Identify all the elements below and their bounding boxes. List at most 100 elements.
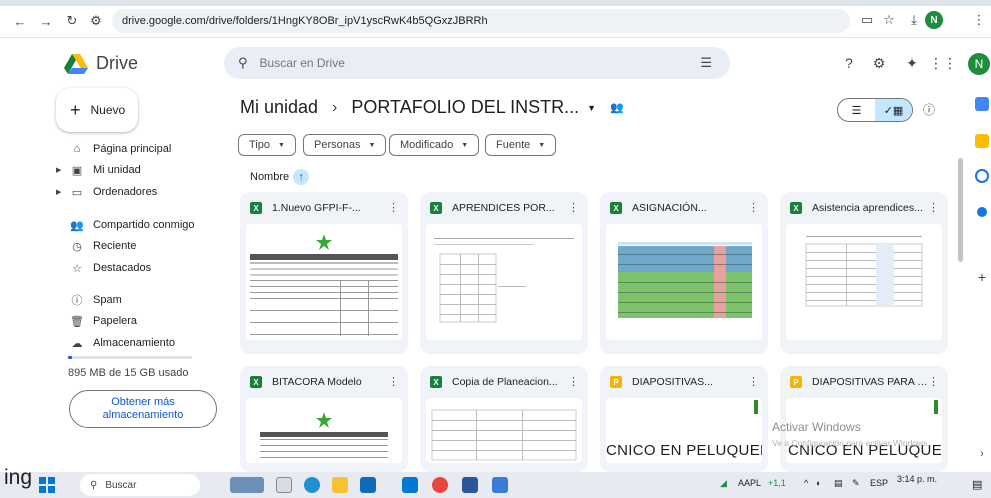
file-card[interactable]: X Copia de Planeacion... ⋮ [420,366,588,472]
more-options-icon[interactable]: ⋮ [748,201,759,214]
apps-grid-icon[interactable]: ⋮⋮ [929,54,957,72]
settings-gear-icon[interactable]: ⚙ [870,54,888,72]
task-view-icon[interactable] [276,477,292,493]
expand-caret-icon[interactable]: ▶ [56,166,61,174]
widgets-icon[interactable] [230,477,264,493]
network-icon[interactable]: ▤ [834,478,843,489]
breadcrumb-current-folder[interactable]: PORTAFOLIO DEL INSTR... [351,97,579,118]
bookmark-star-icon[interactable]: ☆ [880,11,898,29]
pen-icon[interactable]: ✎ [852,478,860,489]
expand-panel-icon[interactable]: › [973,445,991,463]
more-options-icon[interactable]: ⋮ [928,375,939,388]
browser-profile-avatar[interactable]: N [925,11,943,29]
more-options-icon[interactable]: ⋮ [748,375,759,388]
app-title: Drive [96,53,139,73]
file-thumbnail [246,224,402,340]
reload-icon[interactable]: ↻ [64,13,80,29]
file-explorer-icon[interactable] [332,477,348,493]
browser-menu-icon[interactable]: ⋮ [970,11,988,29]
info-icon[interactable]: ⓘ [921,101,937,117]
filter-chip-people[interactable]: Personas ▼ [303,134,387,156]
scrollbar[interactable] [958,158,963,262]
file-card[interactable]: X APRENDICES POR... ⋮ [420,192,588,354]
sidebar-item-storage[interactable]: ☁ Almacenamiento [56,333,216,353]
drive-logo-icon[interactable] [64,54,88,74]
sidebar-item-recent[interactable]: ◷ Reciente [56,236,216,256]
cast-icon[interactable]: ▭ [858,11,876,29]
sidebar-item-starred[interactable]: ☆ Destacados [56,258,216,278]
gemini-spark-icon[interactable]: ✦ [903,54,921,72]
calendar-app-icon[interactable] [975,97,989,111]
sidebar-item-home[interactable]: ⌂ Página principal [56,139,216,159]
sidebar-item-trash[interactable]: 🗑 Papelera [56,311,216,331]
download-icon[interactable]: ⤓ [905,11,923,29]
trash-icon: 🗑 [70,315,84,328]
outlook-icon[interactable] [402,477,418,493]
sidebar-item-label: Compartido conmigo [93,219,195,231]
filter-chip-label: Tipo [249,139,270,151]
grid-view-icon[interactable]: ✓▦ [875,99,912,121]
chevron-down-icon: ▼ [461,141,469,149]
file-card[interactable]: X 1.Nuevo GFPI-F-... ⋮ [240,192,408,354]
excel-file-icon: X [430,376,442,388]
new-button[interactable]: + Nuevo [56,88,138,132]
shared-folder-icon[interactable]: 👥 [610,101,624,114]
back-icon[interactable]: ← [12,13,28,29]
stock-change: +1,1 [768,478,786,488]
store-icon[interactable] [360,477,376,493]
more-options-icon[interactable]: ⋮ [568,201,579,214]
site-settings-icon[interactable]: ⚙ [88,13,104,29]
more-options-icon[interactable]: ⋮ [388,201,399,214]
tray-app-icon[interactable]: ◐ [816,478,821,488]
file-card[interactable]: X ASIGNACIÓN... ⋮ [600,192,768,354]
add-addon-icon[interactable]: + [973,268,991,286]
sidebar-item-computers[interactable]: ▶ ▭ Ordenadores [56,182,216,202]
search-icon[interactable]: ⚲ [238,55,248,71]
word-icon[interactable] [462,477,478,493]
more-options-icon[interactable]: ⋮ [388,375,399,388]
folder-menu-caret-icon[interactable]: ▼ [587,103,596,113]
file-card[interactable]: X BITACORA Modelo ⋮ [240,366,408,472]
help-icon[interactable]: ? [840,54,858,72]
photos-icon[interactable] [492,477,508,493]
address-bar[interactable]: drive.google.com/drive/folders/1HngKY8OB… [112,9,850,33]
tasks-app-icon[interactable] [975,169,989,183]
file-card[interactable]: P DIAPOSITIVAS PARA L... ⋮ CNICO EN PELU… [780,366,948,472]
sort-by-name[interactable]: Nombre ↑ [250,169,310,185]
taskbar-search-label: Buscar [105,479,137,491]
get-more-storage-button[interactable]: Obtener más almacenamiento [69,390,217,428]
sidebar-item-spam[interactable]: ⓘ Spam [56,290,216,310]
edge-browser-icon[interactable] [304,477,320,493]
forward-icon[interactable]: → [38,13,54,29]
search-options-icon[interactable]: ☰ [700,55,712,71]
file-thumbnail: CNICO EN PELUQUERÍA [606,398,762,463]
more-options-icon[interactable]: ⋮ [568,375,579,388]
language-indicator[interactable]: ESP [870,478,888,488]
taskbar-search[interactable]: ⚲ Buscar [80,474,200,496]
search-bar[interactable]: ⚲ ☰ [224,47,730,79]
breadcrumb-root[interactable]: Mi unidad [240,97,318,118]
filter-chip-type[interactable]: Tipo ▼ [238,134,296,156]
file-card[interactable]: P DIAPOSITIVAS... ⋮ CNICO EN PELUQUERÍA [600,366,768,472]
clock-icon: ◷ [72,240,82,253]
sidebar-item-my-drive[interactable]: ▶ ▣ Mi unidad [56,160,216,180]
keep-app-icon[interactable] [975,134,989,148]
file-name: Copia de Planeacion... [452,376,558,388]
sort-ascending-icon[interactable]: ↑ [293,169,310,185]
clock-time[interactable]: 3:14 p. m. [897,474,937,484]
account-avatar[interactable]: N [968,53,990,75]
tray-overflow-icon[interactable]: ^ [804,478,808,488]
expand-caret-icon[interactable]: ▶ [56,188,61,196]
search-input[interactable] [259,56,640,70]
filter-chip-modified[interactable]: Modificado ▼ [389,134,480,156]
contacts-app-icon[interactable] [977,207,987,217]
filter-chip-source[interactable]: Fuente ▼ [485,134,557,156]
windows-start-icon[interactable] [39,477,55,493]
list-view-icon[interactable]: ☰ [838,99,875,121]
more-options-icon[interactable]: ⋮ [928,201,939,214]
chrome-browser-icon[interactable] [432,477,448,493]
file-card[interactable]: X Asistencia aprendices... ⋮ [780,192,948,354]
notifications-icon[interactable]: ▤ [972,478,982,491]
stock-ticker[interactable]: AAPL [738,478,761,488]
sidebar-item-shared[interactable]: 👥 Compartido conmigo [56,215,216,235]
